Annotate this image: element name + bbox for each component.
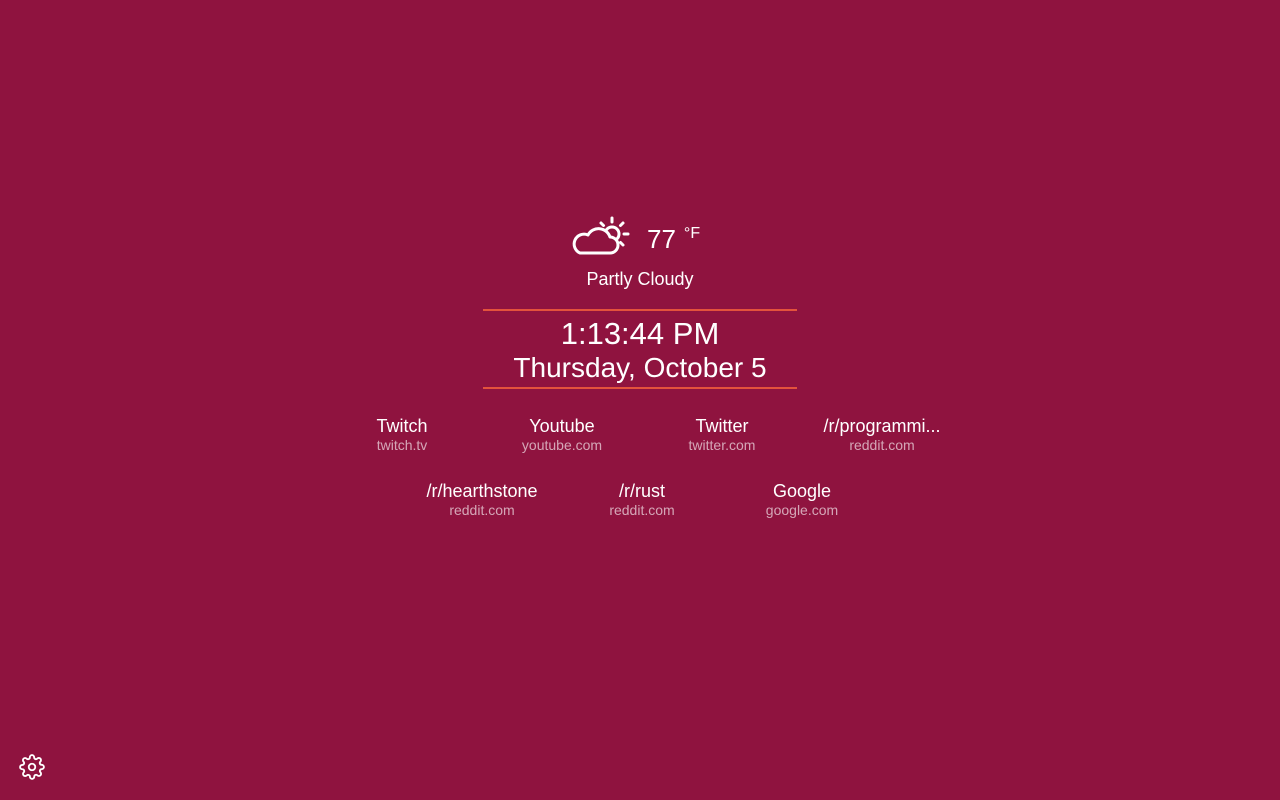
shortcut-twitch[interactable]: Twitch twitch.tv bbox=[337, 415, 467, 454]
shortcut-domain: twitch.tv bbox=[376, 437, 428, 453]
shortcut-name: /r/rust bbox=[618, 481, 665, 501]
temperature-value: 77 bbox=[647, 224, 676, 254]
shortcut-reddit-rust[interactable]: /r/rust reddit.com bbox=[577, 480, 707, 519]
shortcut-name: /r/hearthstone bbox=[426, 481, 538, 501]
shortcut-name: /r/programmi... bbox=[823, 416, 941, 436]
shortcut-reddit-programming[interactable]: /r/programmi... reddit.com bbox=[817, 415, 947, 454]
shortcut-name: Twitch bbox=[376, 416, 428, 436]
divider-bottom bbox=[483, 387, 797, 389]
shortcut-name: Youtube bbox=[529, 416, 595, 436]
clock-time: 1:13:44 PM bbox=[560, 316, 720, 351]
divider-top bbox=[483, 309, 797, 311]
shortcut-twitter[interactable]: Twitter twitter.com bbox=[657, 415, 787, 454]
shortcut-google[interactable]: Google google.com bbox=[737, 480, 867, 519]
shortcut-domain: twitter.com bbox=[688, 437, 756, 453]
weather-widget: 77 °F bbox=[0, 212, 1280, 258]
shortcut-domain: reddit.com bbox=[849, 437, 915, 453]
shortcut-youtube[interactable]: Youtube youtube.com bbox=[497, 415, 627, 454]
shortcut-name: Twitter bbox=[695, 416, 749, 436]
shortcut-reddit-hearthstone[interactable]: /r/hearthstone reddit.com bbox=[417, 480, 547, 519]
shortcut-name: Google bbox=[772, 481, 832, 501]
gear-icon[interactable] bbox=[19, 754, 45, 780]
temperature-readout: 77 °F bbox=[647, 218, 702, 255]
clock-date: Thursday, October 5 bbox=[513, 352, 767, 383]
shortcut-domain: reddit.com bbox=[449, 502, 515, 518]
weather-condition: Partly Cloudy bbox=[586, 269, 694, 289]
shortcut-domain: youtube.com bbox=[521, 437, 603, 453]
shortcut-domain: reddit.com bbox=[609, 502, 675, 518]
partly-cloudy-icon bbox=[572, 216, 630, 255]
temperature-unit: °F bbox=[683, 225, 701, 242]
shortcut-domain: google.com bbox=[765, 502, 839, 518]
